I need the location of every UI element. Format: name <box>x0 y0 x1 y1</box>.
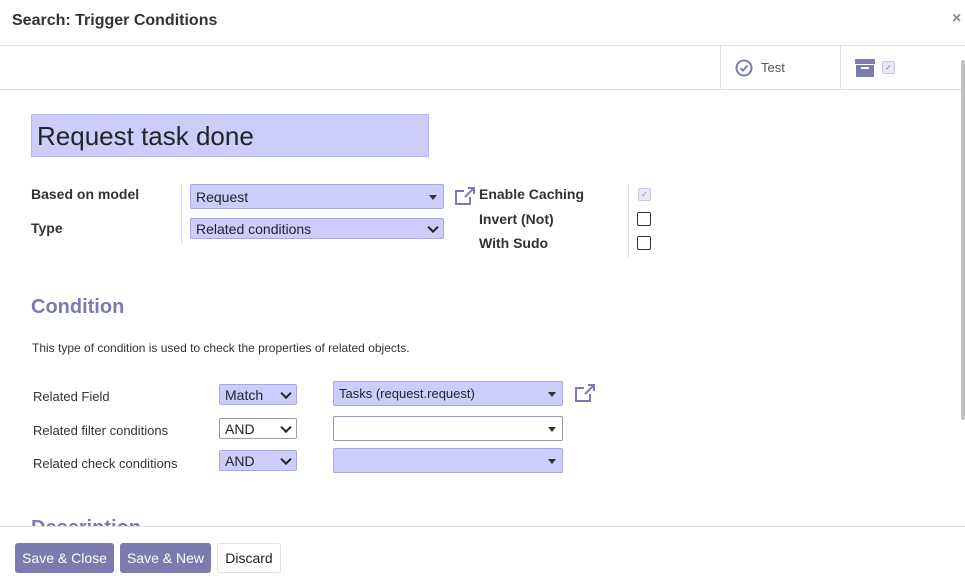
invert-label: Invert (Not) <box>479 211 554 227</box>
chevron-down-icon <box>280 387 292 399</box>
related-field-select[interactable]: Tasks (request.request) <box>333 381 563 406</box>
invert-checkbox[interactable] <box>637 212 651 226</box>
related-filter-conditions-select[interactable] <box>333 416 563 441</box>
type-label: Type <box>31 220 63 236</box>
close-icon[interactable]: × <box>952 10 961 28</box>
save-close-button[interactable]: Save & Close <box>15 543 114 573</box>
related-check-operator: AND <box>225 452 255 469</box>
name-field[interactable]: Request task done <box>31 114 429 157</box>
related-filter-operator: AND <box>225 420 255 437</box>
condition-section-title: Condition <box>31 296 125 318</box>
enable-caching-checkbox[interactable]: ✓ <box>638 188 651 201</box>
chevron-down-icon <box>427 221 439 233</box>
dialog-title: Search: Trigger Conditions <box>12 12 218 29</box>
archive-icon <box>855 58 875 77</box>
with-sudo-label: With Sudo <box>479 235 549 251</box>
type-select[interactable]: Related conditions <box>190 218 444 239</box>
caret-down-icon <box>429 194 437 200</box>
related-field-operator-select[interactable]: Match <box>219 384 297 405</box>
discard-button[interactable]: Discard <box>217 543 281 573</box>
related-check-conditions-select[interactable] <box>333 448 563 473</box>
related-field-operator: Match <box>225 386 264 403</box>
based-on-model-value: Request <box>196 188 249 205</box>
based-on-model-label: Based on model <box>31 186 140 202</box>
related-filter-conditions-label: Related filter conditions <box>33 423 169 438</box>
chevron-down-icon <box>280 453 292 465</box>
condition-description: This type of condition is used to check … <box>32 341 410 355</box>
external-link-icon[interactable] <box>574 383 596 403</box>
related-check-conditions-label: Related check conditions <box>33 456 178 471</box>
caret-down-icon <box>548 391 556 397</box>
related-filter-operator-select[interactable]: AND <box>219 418 297 439</box>
archive-button[interactable]: ✓ <box>840 46 962 89</box>
divider <box>181 184 182 244</box>
related-field-label: Related Field <box>33 389 110 404</box>
type-value: Related conditions <box>196 220 312 237</box>
caret-down-icon <box>548 458 556 464</box>
test-button-label: Test <box>761 60 785 75</box>
check-circle-icon <box>735 59 753 76</box>
caret-down-icon <box>548 426 556 432</box>
enable-caching-label: Enable Caching <box>479 186 585 202</box>
related-check-operator-select[interactable]: AND <box>219 450 297 471</box>
active-checkbox[interactable]: ✓ <box>882 61 895 74</box>
save-new-button[interactable]: Save & New <box>120 543 211 573</box>
description-section-title: Description <box>31 514 141 526</box>
divider <box>628 184 629 258</box>
scrollbar[interactable] <box>961 60 965 420</box>
related-field-value: Tasks (request.request) <box>339 386 475 401</box>
with-sudo-checkbox[interactable] <box>637 236 651 250</box>
test-button[interactable]: Test <box>720 46 841 89</box>
based-on-model-select[interactable]: Request <box>190 184 444 209</box>
chevron-down-icon <box>280 421 292 433</box>
external-link-icon[interactable] <box>454 186 476 206</box>
